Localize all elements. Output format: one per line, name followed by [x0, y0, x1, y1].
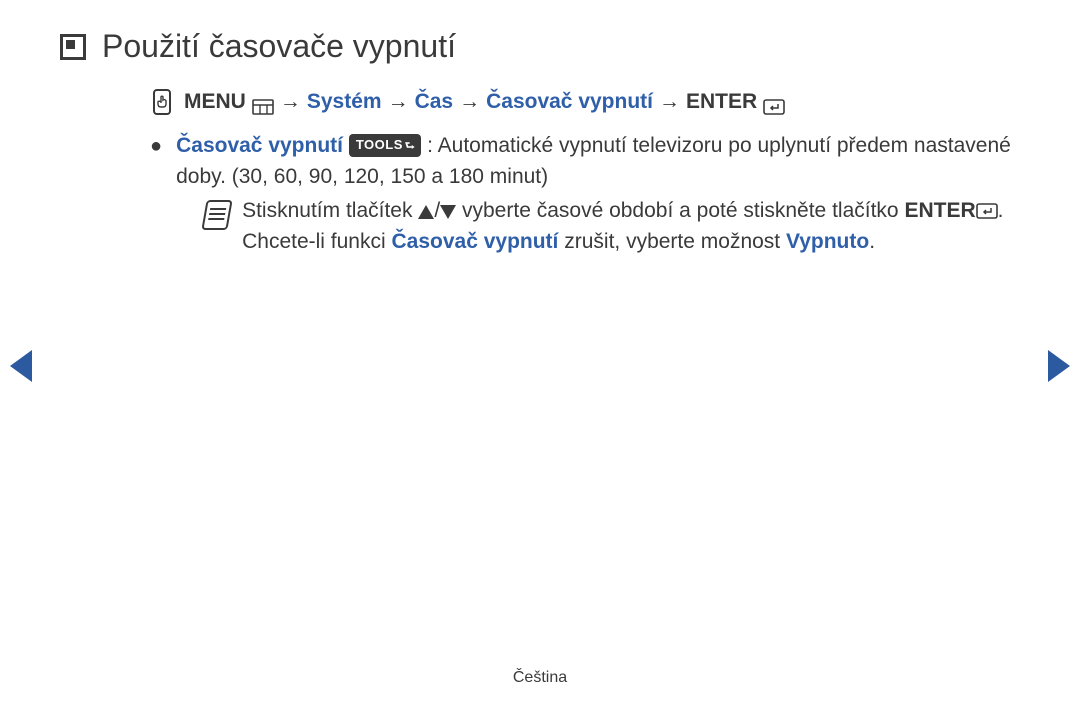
bullet-content: Časovač vypnutí TOOLS⮑ : Automatické vyp… — [176, 131, 1020, 257]
enter-label: ENTER — [904, 199, 975, 222]
arrow-separator: → — [388, 87, 409, 117]
tools-badge: TOOLS⮑ — [349, 134, 421, 157]
note-text: Stisknutím tlačítek / vyberte časové obd… — [242, 196, 1020, 257]
breadcrumb-item: Časovač vypnutí — [486, 87, 653, 117]
arrow-separator: → — [459, 87, 480, 117]
title-row: Použití časovače vypnutí — [60, 28, 1020, 65]
enter-icon — [763, 94, 785, 110]
bullet-dot: ● — [150, 131, 162, 257]
note-icon — [201, 200, 232, 230]
feature-name-inline: Časovač vypnutí — [391, 230, 558, 253]
triangle-down-icon — [440, 205, 456, 219]
menu-icon — [252, 94, 274, 110]
breadcrumb-item: Systém — [307, 87, 382, 117]
section-icon — [60, 34, 86, 60]
triangle-up-icon — [418, 205, 434, 219]
menu-label: MENU — [184, 87, 246, 117]
page-title: Použití časovače vypnutí — [102, 28, 456, 65]
off-option: Vypnuto — [786, 230, 869, 253]
arrow-separator: → — [659, 87, 680, 117]
enter-label: ENTER — [686, 87, 757, 117]
bullet-item: ● Časovač vypnutí TOOLS⮑ : Automatické v… — [150, 131, 1020, 257]
note-row: Stisknutím tlačítek / vyberte časové obd… — [204, 196, 1020, 257]
enter-icon — [976, 198, 998, 214]
footer-language: Čeština — [0, 669, 1080, 687]
hand-icon — [150, 88, 174, 116]
nav-prev-icon[interactable] — [10, 350, 32, 382]
arrow-separator: → — [280, 87, 301, 117]
breadcrumb: MENU → Systém → Čas → Časovač vypnutí → … — [150, 87, 1020, 117]
nav-next-icon[interactable] — [1048, 350, 1070, 382]
breadcrumb-item: Čas — [415, 87, 454, 117]
feature-name: Časovač vypnutí — [176, 134, 343, 157]
